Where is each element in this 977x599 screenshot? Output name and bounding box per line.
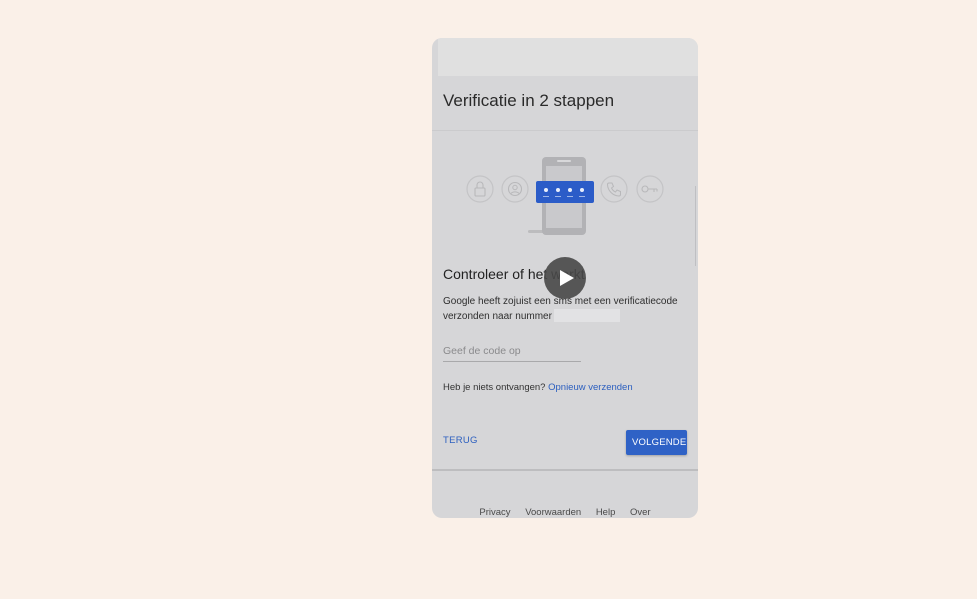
back-button[interactable]: TERUG <box>443 435 478 446</box>
footer-link-about[interactable]: Over <box>630 507 651 518</box>
resend-row: Heb je niets ontvangen? Opnieuw verzende… <box>443 382 633 393</box>
phone-call-icon <box>600 175 628 203</box>
footer-link-help[interactable]: Help <box>596 507 616 518</box>
scroll-edge <box>695 186 698 266</box>
play-icon <box>560 270 574 286</box>
phone-device-icon <box>528 157 594 235</box>
footer-links: Privacy Voorwaarden Help Over <box>432 507 698 518</box>
verification-code-input[interactable] <box>443 341 581 362</box>
instruction-text: Google heeft zojuist een sms met een ver… <box>443 295 693 324</box>
footer-divider <box>432 469 698 471</box>
video-play-button[interactable] <box>544 257 586 299</box>
redacted-phone-number <box>553 309 620 322</box>
title-divider <box>432 130 698 131</box>
video-frame: Verificatie in 2 stappen Controleer of h… <box>432 38 698 518</box>
key-icon <box>636 175 664 203</box>
footer-link-terms[interactable]: Voorwaarden <box>525 507 581 518</box>
lock-icon <box>466 175 494 203</box>
verification-illustration <box>466 157 664 235</box>
next-button[interactable]: VOLGENDE <box>626 430 687 455</box>
account-icon <box>501 175 529 203</box>
top-bar <box>438 38 698 76</box>
resend-prompt: Heb je niets ontvangen? <box>443 382 546 393</box>
footer-link-privacy[interactable]: Privacy <box>479 507 510 518</box>
page-title: Verificatie in 2 stappen <box>443 91 615 110</box>
resend-link[interactable]: Opnieuw verzenden <box>548 382 633 393</box>
